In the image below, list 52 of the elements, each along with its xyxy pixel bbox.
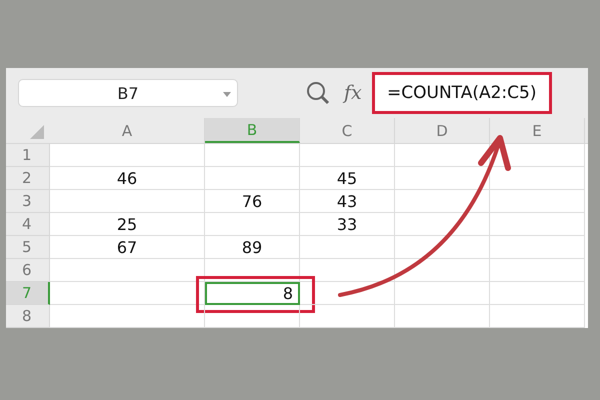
- row-header[interactable]: 4: [6, 213, 50, 236]
- table-cell[interactable]: 33: [300, 213, 395, 236]
- column-header[interactable]: C: [300, 118, 395, 143]
- row-header[interactable]: 6: [6, 259, 50, 282]
- row-header[interactable]: 7: [6, 282, 50, 305]
- empty-cell[interactable]: [395, 259, 490, 282]
- empty-cell[interactable]: [490, 167, 585, 190]
- dropdown-caret-icon: [223, 92, 231, 97]
- empty-cell[interactable]: [205, 259, 300, 282]
- empty-cell[interactable]: [300, 144, 395, 167]
- row-header[interactable]: 8: [6, 305, 50, 328]
- empty-cell[interactable]: [205, 213, 300, 236]
- column-header[interactable]: E: [490, 118, 585, 143]
- empty-cell[interactable]: [490, 144, 585, 167]
- table-cell[interactable]: 89: [205, 236, 300, 259]
- empty-cell[interactable]: [490, 282, 585, 305]
- table-cell[interactable]: 8: [205, 282, 300, 305]
- empty-cell[interactable]: [205, 167, 300, 190]
- column-header[interactable]: B: [205, 118, 300, 143]
- empty-cell[interactable]: [395, 213, 490, 236]
- table-cell[interactable]: 67: [50, 236, 205, 259]
- row-header[interactable]: 5: [6, 236, 50, 259]
- search-icon[interactable]: [306, 81, 330, 105]
- row-header[interactable]: 3: [6, 190, 50, 213]
- empty-cell[interactable]: [300, 236, 395, 259]
- table-cell[interactable]: 45: [300, 167, 395, 190]
- empty-cell[interactable]: [300, 259, 395, 282]
- empty-cell[interactable]: [205, 305, 300, 328]
- empty-cell[interactable]: [490, 213, 585, 236]
- row-header[interactable]: 1: [6, 144, 50, 167]
- empty-cell[interactable]: [490, 305, 585, 328]
- empty-cell[interactable]: [395, 144, 490, 167]
- row-header[interactable]: 2: [6, 167, 50, 190]
- empty-cell[interactable]: [395, 190, 490, 213]
- empty-cell[interactable]: [300, 282, 395, 305]
- empty-cell[interactable]: [205, 144, 300, 167]
- name-box[interactable]: B7: [18, 79, 238, 107]
- table-cell[interactable]: 46: [50, 167, 205, 190]
- column-header[interactable]: D: [395, 118, 490, 143]
- formula-field[interactable]: =COUNTA(A2:C5): [372, 72, 552, 114]
- select-all-icon[interactable]: [30, 125, 44, 139]
- table-cell[interactable]: 43: [300, 190, 395, 213]
- empty-cell[interactable]: [490, 259, 585, 282]
- table-cell[interactable]: 25: [50, 213, 205, 236]
- empty-cell[interactable]: [490, 236, 585, 259]
- empty-cell[interactable]: [300, 305, 395, 328]
- empty-cell[interactable]: [395, 305, 490, 328]
- table-cell[interactable]: 76: [205, 190, 300, 213]
- function-label[interactable]: fx: [344, 82, 362, 104]
- empty-cell[interactable]: [395, 236, 490, 259]
- empty-cell[interactable]: [490, 190, 585, 213]
- empty-cell[interactable]: [395, 282, 490, 305]
